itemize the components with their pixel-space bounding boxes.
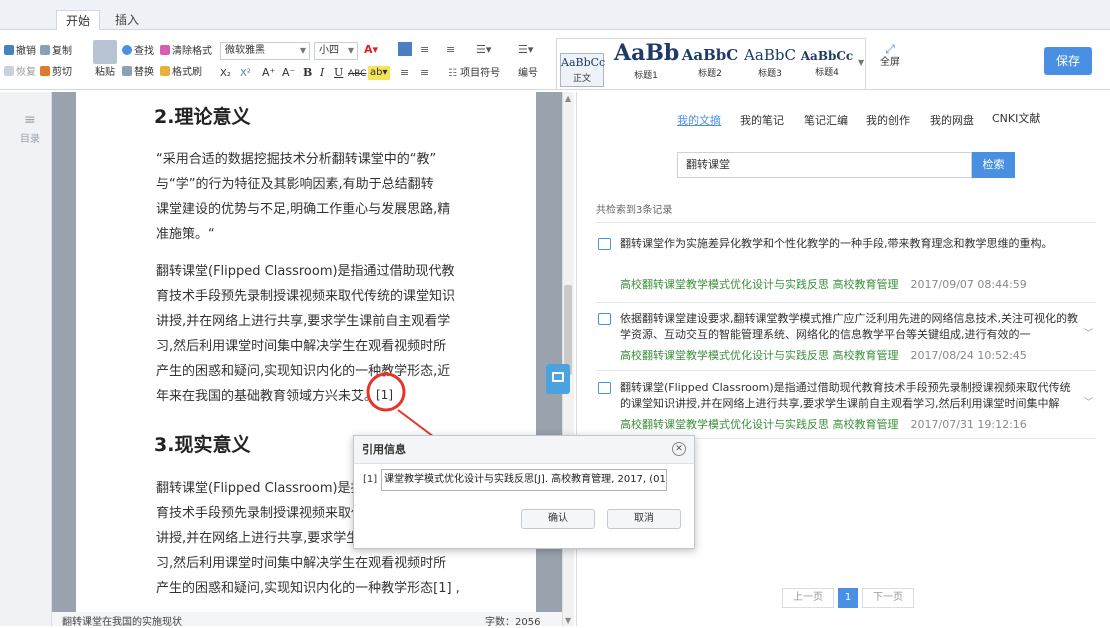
dialog-title: 引用信息 bbox=[354, 436, 694, 464]
citation-dialog: 引用信息 ✕ [1] 课堂教学模式优化设计与实践反思[J]. 高校教育管理, 2… bbox=[353, 435, 695, 549]
confirm-button[interactable]: 确认 bbox=[521, 509, 595, 529]
annotation-circle bbox=[366, 372, 406, 412]
citation-index: [1] bbox=[363, 474, 378, 485]
citation-input[interactable]: 课堂教学模式优化设计与实践反思[J]. 高校教育管理, 2017, (01): … bbox=[381, 469, 667, 491]
close-icon[interactable]: ✕ bbox=[672, 442, 686, 456]
cancel-button[interactable]: 取消 bbox=[607, 509, 681, 529]
